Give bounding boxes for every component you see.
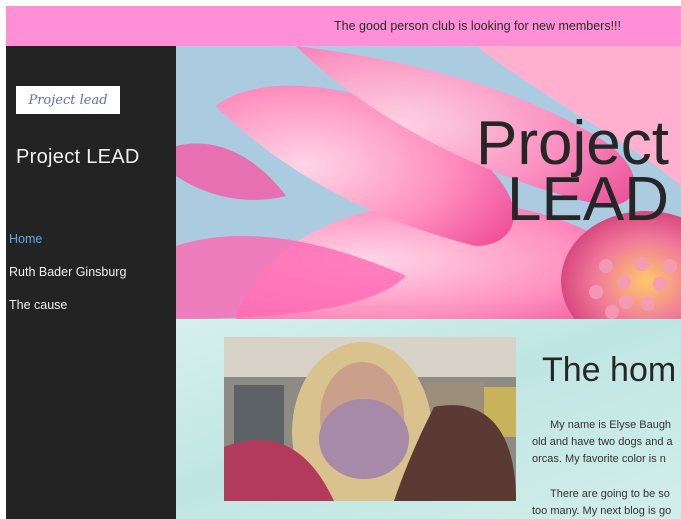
site-logo[interactable]: Project lead	[16, 86, 120, 114]
home-section: The hom My name is Elyse Baugh old and h…	[176, 319, 681, 519]
intro-line-3: orcas. My favorite color is n	[532, 453, 666, 465]
intro-line-1: My name is Elyse Baugh	[550, 419, 672, 431]
intro-line-2: old and have two dogs and a	[532, 436, 673, 448]
second-line-1: There are going to be so	[550, 488, 670, 500]
logo-text: Project lead	[28, 92, 108, 108]
hero-title-line1: Project	[476, 109, 669, 178]
sidebar: Project lead Project LEAD Home Ruth Bade…	[6, 46, 176, 519]
intro-paragraph: My name is Elyse Baugh old and have two …	[532, 417, 681, 468]
nav-item-the-cause[interactable]: The cause	[9, 298, 126, 312]
home-heading: The hom	[542, 351, 677, 389]
main-nav: Home Ruth Bader Ginsburg The cause	[9, 232, 126, 331]
nav-item-ruth-bader-ginsburg[interactable]: Ruth Bader Ginsburg	[9, 265, 126, 279]
profile-photo	[224, 337, 516, 501]
hero-title-line2: LEAD	[507, 165, 669, 234]
announcement-text: The good person club is looking for new …	[334, 19, 621, 33]
nav-item-home[interactable]: Home	[9, 232, 126, 246]
second-paragraph: There are going to be so too many. My ne…	[532, 486, 681, 519]
site-title[interactable]: Project LEAD	[16, 146, 140, 169]
hero-banner: Project LEAD	[176, 46, 681, 319]
page-frame: The good person club is looking for new …	[6, 6, 681, 519]
second-line-2: too many. My next blog is go	[532, 505, 672, 517]
announcement-bar: The good person club is looking for new …	[6, 6, 681, 46]
hero-title: Project LEAD	[476, 109, 669, 234]
